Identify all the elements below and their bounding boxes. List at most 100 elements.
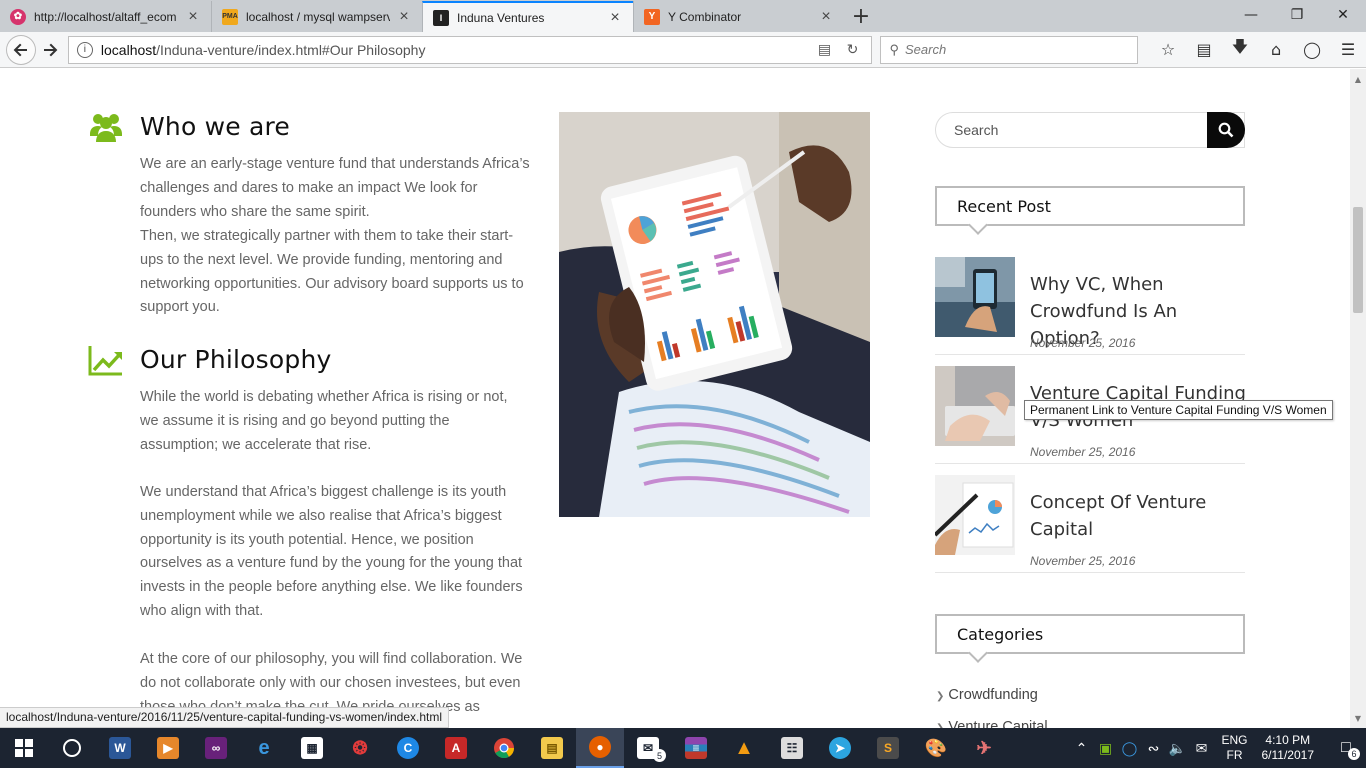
tab-altaff[interactable]: ✿ http://localhost/altaff_ecom × (0, 1, 211, 32)
vlc-icon[interactable]: ▲ (720, 728, 768, 768)
chevron-up-icon[interactable]: ⌃ (1069, 740, 1093, 757)
info-icon[interactable]: i (76, 41, 93, 58)
scrollbar-thumb[interactable] (1353, 207, 1363, 313)
visual-studio-icon[interactable]: ∞ (192, 728, 240, 768)
post-thumbnail[interactable] (935, 366, 1015, 446)
app-plane-icon[interactable]: ✈ (960, 728, 1008, 768)
word-icon[interactable]: W (96, 728, 144, 768)
app-red-icon[interactable]: ❂ (336, 728, 384, 768)
recent-post-item[interactable]: Why VC, When Crowdfund Is An Option? Nov… (935, 257, 1245, 355)
scroll-down-icon[interactable]: ▼ (1350, 710, 1366, 726)
paint-icon[interactable]: 🎨 (912, 728, 960, 768)
recent-post-item[interactable]: Concept Of Venture Capital November 25, … (935, 475, 1245, 573)
arrow-right-icon (43, 43, 58, 56)
url-host: localhost (100, 41, 157, 58)
sidebar-search (935, 112, 1245, 148)
home-icon[interactable]: ⌂ (1258, 36, 1294, 64)
search-icon: ⚲ (889, 41, 899, 57)
close-window-icon[interactable]: ✕ (1320, 0, 1366, 30)
chevron-right-icon: ❯ (936, 691, 945, 702)
reader-view-icon[interactable]: ▤ (813, 41, 835, 58)
invision-icon: ✿ (10, 8, 26, 25)
who-we-are-paragraph-1: We are an early-stage venture fund that … (140, 156, 530, 220)
language-indicator[interactable]: ENG FR (1221, 733, 1247, 763)
tab-phpmyadmin[interactable]: PMA localhost / mysql wampserv × (211, 1, 422, 32)
page-scrollbar[interactable]: ▲ ▼ (1350, 69, 1366, 728)
wifi-icon[interactable]: ∾ (1141, 740, 1165, 757)
philosophy-paragraph-2: We understand that Africa’s biggest chal… (140, 484, 523, 619)
close-icon[interactable]: × (818, 8, 834, 25)
mail-icon[interactable]: ✉ 5 (624, 728, 672, 768)
tray-app-blue-icon[interactable]: ◯ (1117, 740, 1141, 757)
download-icon[interactable]: 🡇 (1222, 36, 1258, 64)
post-title-link[interactable]: Concept Of Venture Capital (1030, 489, 1250, 543)
bookmark-star-icon[interactable]: ☆ (1150, 36, 1186, 64)
browser-tab-bar: ✿ http://localhost/altaff_ecom × PMA loc… (0, 0, 1366, 32)
category-link[interactable]: ❯Venture Capital (936, 719, 1048, 728)
post-date: November 25, 2016 (1030, 554, 1136, 568)
sidebar-search-input[interactable] (936, 114, 1207, 146)
system-tray: ⌃ ▣ ◯ ∾ 🔈 ✉ ENG FR 4:10 PM 6/11/2017 □ 6 (1069, 728, 1366, 768)
back-button[interactable] (6, 34, 36, 65)
close-icon[interactable]: × (185, 8, 201, 25)
message-icon[interactable]: ✉ (1189, 740, 1213, 757)
lang-bottom: FR (1226, 748, 1243, 762)
notification-badge: 6 (1348, 748, 1360, 760)
clock-time: 4:10 PM (1265, 733, 1311, 747)
tab-ycombinator[interactable]: Y Y Combinator × (633, 1, 844, 32)
media-player-icon[interactable]: ▶ (144, 728, 192, 768)
category-label: Venture Capital (948, 719, 1048, 728)
section-title-our-philosophy: Our Philosophy (140, 345, 332, 374)
post-thumbnail[interactable] (935, 257, 1015, 337)
close-icon[interactable]: × (396, 8, 412, 25)
minimize-icon[interactable]: — (1228, 0, 1274, 30)
store-icon[interactable]: ▦ (288, 728, 336, 768)
url-bar[interactable]: i localhost/Induna-venture/index.html#Ou… (67, 35, 873, 64)
close-icon[interactable]: × (607, 9, 623, 26)
action-center-icon[interactable]: □ 6 (1326, 728, 1366, 768)
tab-title: Induna Ventures (457, 10, 545, 25)
sidebar-search-button[interactable] (1207, 112, 1245, 148)
browser-search-input[interactable]: ⚲ Search (880, 35, 1139, 64)
category-link[interactable]: ❯ Crowdfunding (936, 687, 1038, 703)
tab-induna[interactable]: I Induna Ventures × (422, 1, 633, 32)
reload-icon[interactable]: ↻ (841, 41, 863, 58)
restore-icon[interactable]: ❐ (1274, 0, 1320, 30)
acrobat-icon[interactable]: A (432, 728, 480, 768)
clock[interactable]: 4:10 PM 6/11/2017 (1262, 733, 1315, 763)
windows-taskbar: W ▶ ∞ e ▦ ❂ C A ▤ ● ✉ 5 ≡ ▲ ☷ ➤ S 🎨 ✈ ⌃ … (0, 728, 1366, 768)
winrar-icon[interactable]: ≡ (672, 728, 720, 768)
menu-icon[interactable]: ☰ (1330, 36, 1366, 64)
scroll-up-icon[interactable]: ▲ (1350, 71, 1366, 87)
search-icon (1218, 122, 1234, 138)
file-explorer-icon[interactable]: ▤ (528, 728, 576, 768)
section-title-who-we-are: Who we are (140, 112, 291, 141)
chrome-icon[interactable] (480, 728, 528, 768)
browser-nav-bar: i localhost/Induna-venture/index.html#Ou… (0, 32, 1366, 68)
url-path: /Induna-venture/index.html#Our Philosoph… (156, 41, 426, 58)
new-tab-button[interactable]: + (844, 1, 878, 32)
phpmyadmin-icon: PMA (222, 8, 238, 25)
cortana-icon[interactable] (48, 728, 96, 768)
app-columns-icon[interactable]: ☷ (768, 728, 816, 768)
volume-icon[interactable]: 🔈 (1165, 740, 1189, 757)
sublime-icon[interactable]: S (864, 728, 912, 768)
forward-button[interactable] (36, 36, 64, 64)
who-we-are-paragraph-2: Then, we strategically partner with them… (140, 228, 524, 316)
categories-title: Categories (935, 614, 1245, 654)
app-blue-icon[interactable]: C (384, 728, 432, 768)
post-thumbnail[interactable] (935, 475, 1015, 555)
tray-app-green-icon[interactable]: ▣ (1093, 740, 1117, 757)
windows-start-icon[interactable] (0, 728, 48, 768)
link-tooltip: Permanent Link to Venture Capital Fundin… (1024, 400, 1333, 420)
firefox-icon[interactable]: ● (576, 728, 624, 768)
telegram-icon[interactable]: ➤ (816, 728, 864, 768)
clock-date: 6/11/2017 (1261, 748, 1315, 762)
pocket-icon[interactable]: ◯ (1294, 36, 1330, 64)
library-icon[interactable]: ▤ (1186, 36, 1222, 64)
categories-label: Categories (957, 624, 1044, 644)
recent-post-title: Recent Post (935, 186, 1245, 226)
tab-title: http://localhost/altaff_ecom (34, 9, 177, 24)
edge-icon[interactable]: e (240, 728, 288, 768)
trending-up-icon (88, 346, 122, 376)
